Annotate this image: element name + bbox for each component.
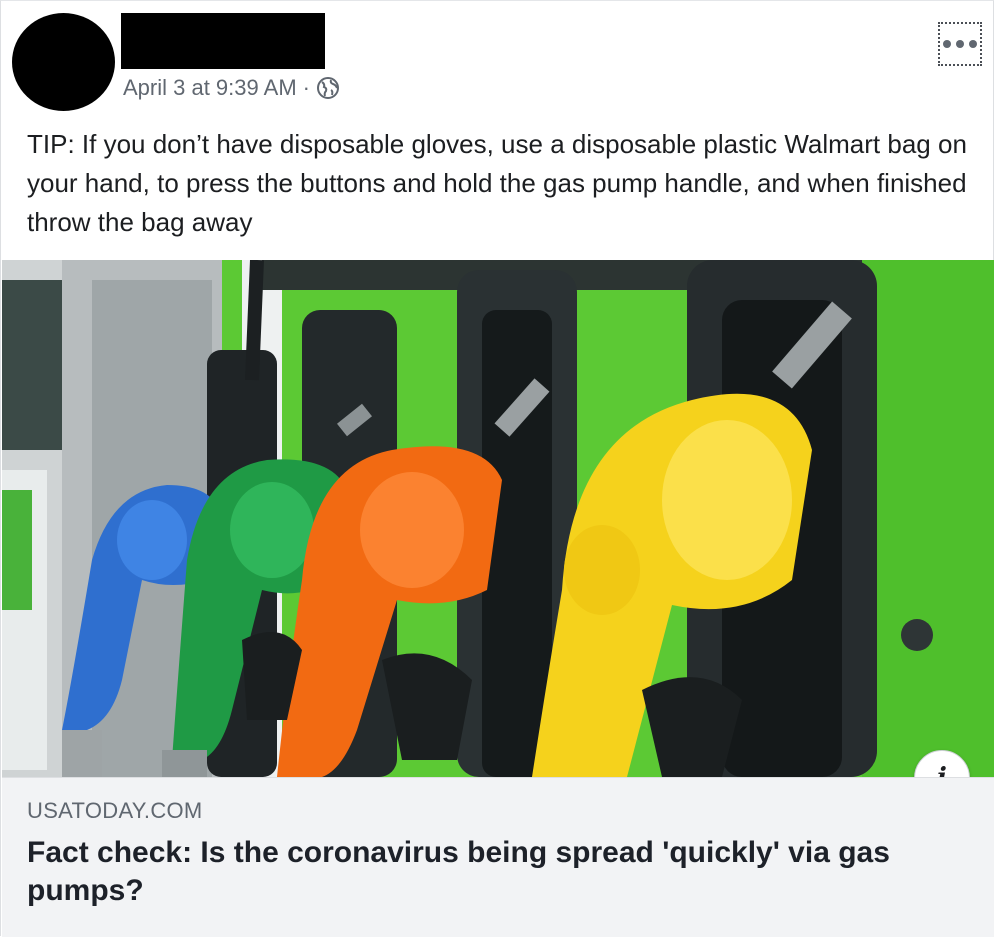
author-name-redacted[interactable] bbox=[121, 13, 325, 69]
feed-post: April 3 at 9:39 AM · TIP: If you don’t h… bbox=[0, 0, 994, 937]
link-title[interactable]: Fact check: Is the coronavirus being spr… bbox=[27, 834, 957, 910]
link-domain: USATODAY.COM bbox=[27, 798, 203, 823]
meta-separator: · bbox=[302, 75, 310, 100]
link-preview-image[interactable] bbox=[2, 260, 994, 777]
gas-pump-photo bbox=[2, 260, 994, 777]
post-text: TIP: If you don’t have disposable gloves… bbox=[27, 129, 967, 237]
post-meta: April 3 at 9:39 AM · bbox=[123, 74, 340, 102]
post-timestamp[interactable]: April 3 at 9:39 AM bbox=[123, 75, 297, 101]
avatar[interactable] bbox=[12, 13, 115, 111]
more-options-icon[interactable] bbox=[938, 22, 982, 66]
link-preview-card[interactable]: USATODAY.COM Fact check: Is the coronavi… bbox=[2, 777, 994, 937]
globe-icon[interactable] bbox=[316, 76, 340, 100]
